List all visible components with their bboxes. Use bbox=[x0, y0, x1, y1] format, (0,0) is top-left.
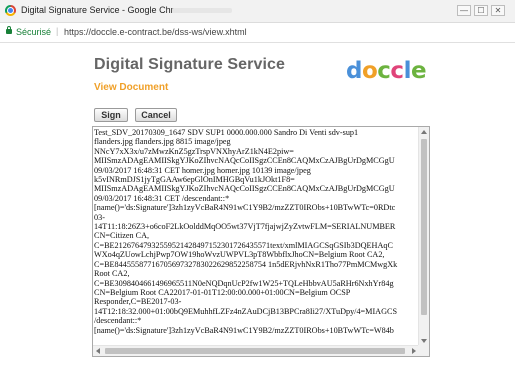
document-line: Test_SDV_20170309_1647 SDV SUP1 0000.000… bbox=[94, 128, 359, 137]
window-title: Digital Signature Service - Google Chrom… bbox=[21, 5, 192, 15]
document-line: CN=Citizen CA, bbox=[94, 231, 150, 241]
url-text[interactable]: https://doccle.e-contract.be/dss-ws/view… bbox=[64, 27, 247, 37]
horizontal-scroll-thumb[interactable] bbox=[105, 348, 405, 354]
resize-corner bbox=[418, 345, 429, 356]
doccle-logo: doccle bbox=[346, 58, 427, 84]
window-title-redacted bbox=[172, 8, 232, 13]
logo-letter: c bbox=[390, 58, 404, 84]
vertical-scrollbar[interactable] bbox=[418, 127, 429, 346]
document-line: 14T11:18:26Z3+o6coF2LkOolddMqOO5wt37VjT7… bbox=[94, 222, 396, 232]
logo-letter: d bbox=[346, 58, 362, 84]
scroll-left-arrow-icon[interactable] bbox=[96, 348, 100, 354]
document-content: Test_SDV_20170309_1647 SDV SUP1 0000.000… bbox=[94, 128, 417, 344]
scroll-down-arrow-icon[interactable] bbox=[421, 339, 427, 343]
document-line: 09/03/2017 16:48:31 CET /descendant::* bbox=[94, 193, 230, 203]
view-document-heading: View Document bbox=[94, 82, 169, 93]
close-button[interactable]: ✕ bbox=[491, 5, 505, 16]
scroll-up-arrow-icon[interactable] bbox=[421, 130, 427, 134]
logo-letter: l bbox=[403, 58, 412, 84]
lock-icon[interactable] bbox=[6, 26, 12, 34]
vertical-scroll-thumb[interactable] bbox=[421, 139, 427, 315]
document-line: C=BE3098404661496965511N0eNQDqnUcP2fw1W2… bbox=[94, 278, 394, 288]
document-line: MIISmzADAgEAMIISkgYJKoZIhvcNAQcCoIISgzCC… bbox=[94, 184, 395, 194]
window-title-bar: Digital Signature Service - Google Chrom… bbox=[0, 0, 515, 23]
logo-letter: o bbox=[361, 58, 378, 84]
address-bar[interactable]: Sécurisé | https://doccle.e-contract.be/… bbox=[0, 23, 515, 43]
maximize-button[interactable]: ☐ bbox=[474, 5, 488, 16]
document-line: C=BE212676479325595214284971523017264355… bbox=[94, 240, 393, 250]
document-line: WXo4qZUowLchjPwp7OW19hoWvzUWPVL3pT8Wbbfl… bbox=[94, 250, 385, 260]
document-line: 14T12:18:32.000+01:00bQ9EMuhhfLZFz4nZAuD… bbox=[94, 306, 398, 316]
cancel-button[interactable]: Cancel bbox=[135, 108, 177, 122]
minimize-button[interactable]: — bbox=[457, 5, 471, 16]
document-line: /descendant::* bbox=[94, 316, 142, 326]
document-textarea[interactable]: Test_SDV_20170309_1647 SDV SUP1 0000.000… bbox=[92, 126, 430, 357]
logo-letter: e bbox=[410, 58, 427, 84]
document-line: 09/03/2017 16:48:31 CET homer.jpg homer.… bbox=[94, 165, 311, 175]
secure-label[interactable]: Sécurisé bbox=[16, 27, 51, 37]
document-line: CN=Belgium Root CA22017-01-01T12:00:00.0… bbox=[94, 287, 351, 297]
document-line: 03- bbox=[94, 212, 105, 222]
document-line: k5vINRmDJS1jyTgGAAw6epGlOnIMHGBqVu1kJOkt… bbox=[94, 175, 295, 185]
document-line: flanders.jpg flanders.jpg 8815 image/jpe… bbox=[94, 137, 231, 147]
page-title: Digital Signature Service bbox=[94, 56, 286, 73]
scroll-right-arrow-icon[interactable] bbox=[412, 348, 416, 354]
document-line: [name()='ds:Signature']3zh1zyVcBaR4N91wC… bbox=[94, 203, 396, 213]
chrome-icon bbox=[5, 5, 16, 16]
horizontal-scrollbar[interactable] bbox=[93, 345, 419, 356]
document-line: NNcY7xX3x/u7zMwzKnZ5gzTrspVNXhyArZ1kN4E2… bbox=[94, 146, 294, 156]
document-line: Root CA2, bbox=[94, 269, 130, 279]
document-line: Responder,C=BE2017-03- bbox=[94, 297, 182, 307]
address-separator: | bbox=[56, 26, 59, 36]
document-line: MIISmzADAgEAMIISkgYJKoZIhvcNAQcCoIISgzCC… bbox=[94, 156, 395, 166]
document-line: C=BE844555877167056973278302262985225875… bbox=[94, 259, 398, 269]
sign-button[interactable]: Sign bbox=[94, 108, 128, 122]
logo-letter: c bbox=[377, 58, 391, 84]
document-line: [name()='ds:Signature']3zh1zyVcBaR4N91wC… bbox=[94, 325, 394, 335]
